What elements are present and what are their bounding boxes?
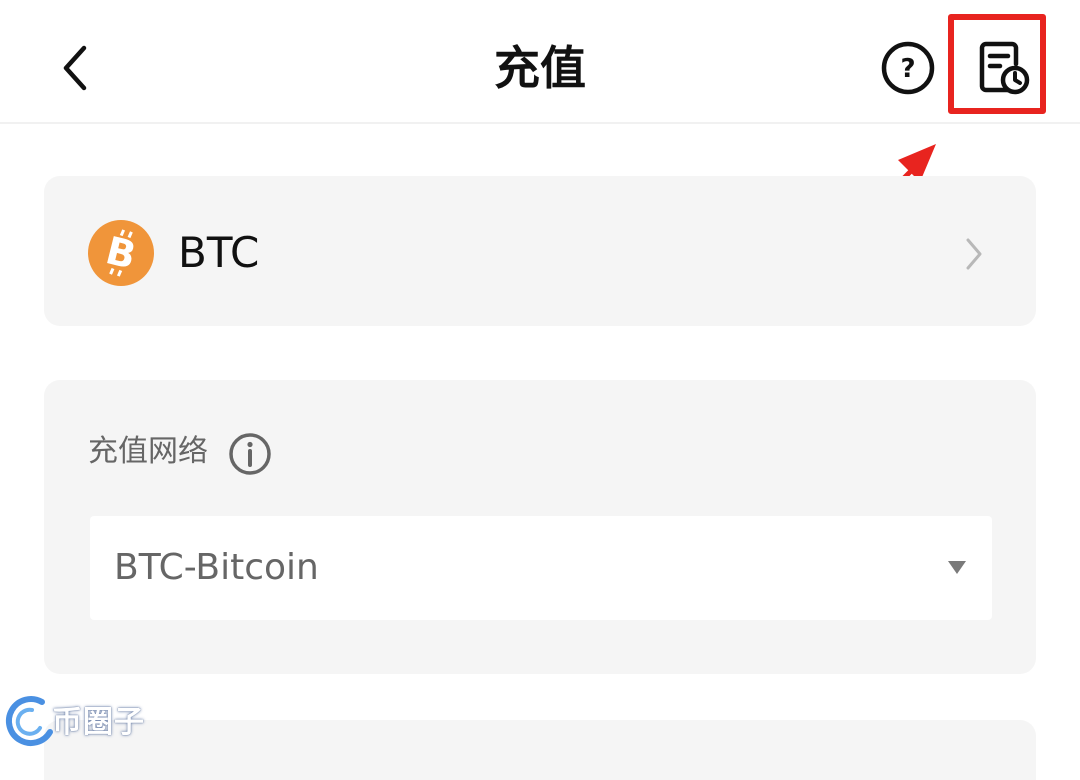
- selected-network: BTC-Bitcoin: [114, 547, 319, 588]
- help-button[interactable]: ?: [880, 40, 936, 96]
- top-nav-bar: 充值 ?: [0, 0, 1080, 124]
- chevron-right-icon: [966, 238, 982, 270]
- record-history-icon: [979, 41, 1030, 95]
- deposit-history-button[interactable]: [976, 38, 1032, 98]
- info-icon[interactable]: [228, 432, 272, 476]
- next-section-card: [44, 720, 1036, 780]
- caret-down-icon: [948, 561, 966, 574]
- network-dropdown[interactable]: BTC-Bitcoin: [90, 516, 992, 620]
- coin-symbol: BTC: [178, 228, 260, 277]
- network-label: 充值网络: [88, 434, 208, 469]
- coin-selector[interactable]: B BTC: [44, 176, 1036, 326]
- help-circle-icon: ?: [881, 41, 935, 95]
- svg-text:?: ?: [900, 54, 915, 84]
- network-section: 充值网络 BTC-Bitcoin: [44, 380, 1036, 674]
- bitcoin-icon: B: [88, 220, 154, 286]
